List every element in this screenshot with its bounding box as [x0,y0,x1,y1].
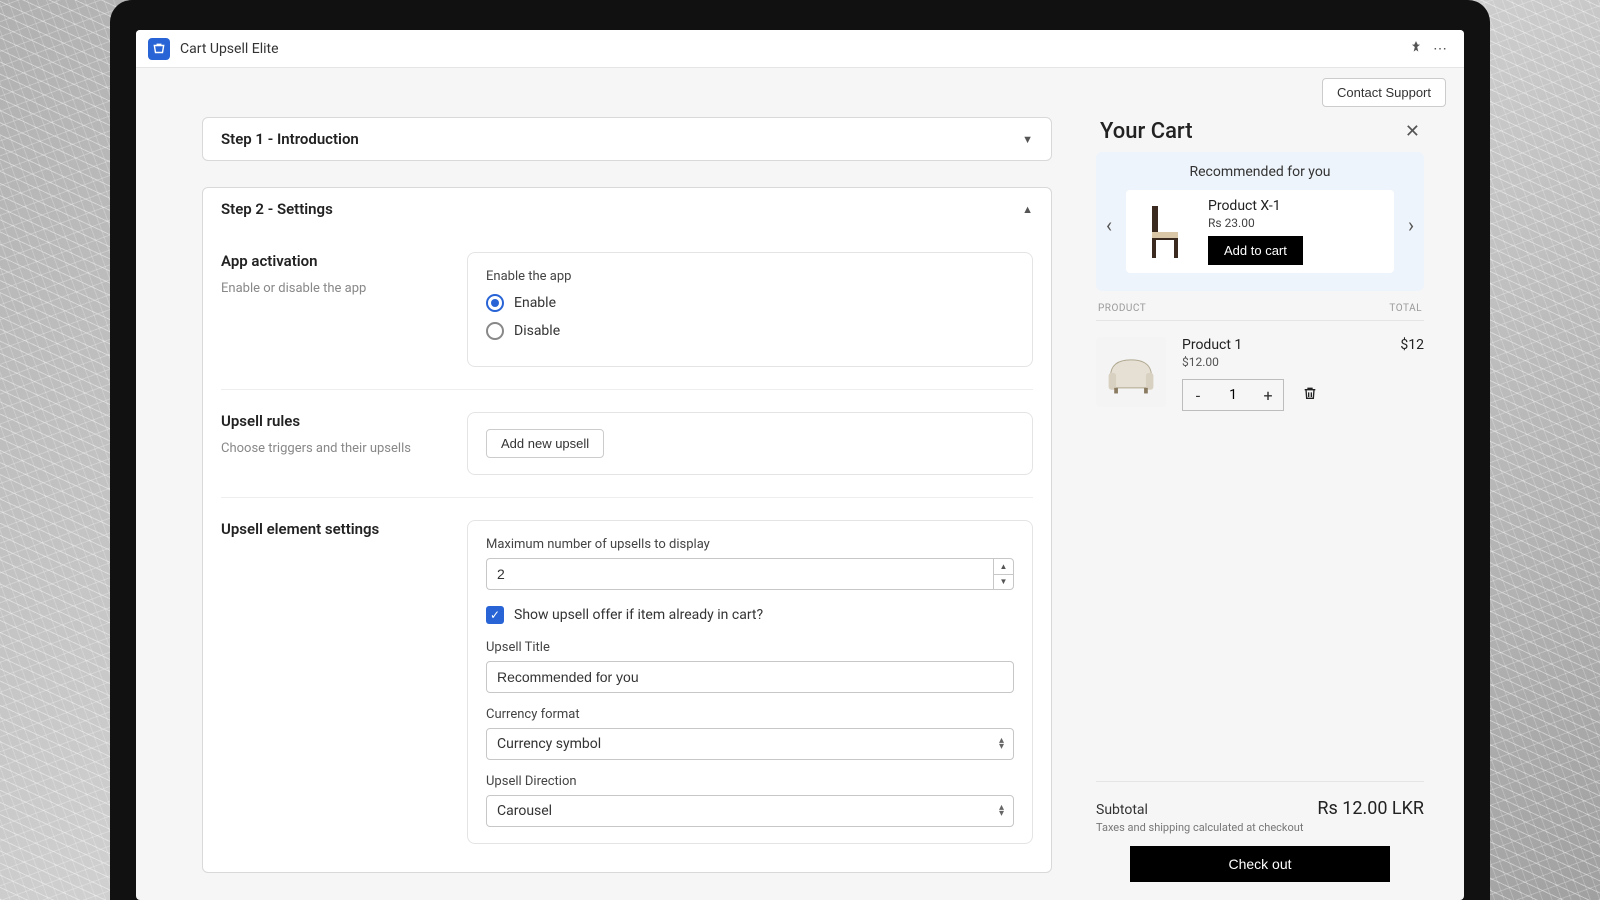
section-element-settings: Upsell element settings Maximum number o… [221,498,1033,866]
subtotal-amount: Rs 12.00 LKR [1317,798,1424,819]
section-activation: App activation Enable or disable the app… [221,230,1033,390]
col-product: PRODUCT [1098,303,1146,314]
carousel-prev-icon[interactable]: ‹ [1102,209,1116,241]
stepper-up-icon[interactable]: ▲ [994,559,1013,575]
activation-subtitle: Enable or disable the app [221,280,467,298]
add-to-cart-button[interactable]: Add to cart [1208,236,1303,265]
activation-title: App activation [221,252,467,270]
max-upsells-input[interactable] [486,558,993,590]
recommended-product-card: Product X-1 Rs 23.00 Add to cart [1126,190,1394,273]
app-header: Cart Upsell Elite ⋯ [136,30,1464,68]
product-thumb-icon [1138,204,1194,260]
enable-app-label: Enable the app [486,269,1014,284]
stepper-down-icon[interactable]: ▼ [994,575,1013,590]
tax-note: Taxes and shipping calculated at checkou… [1096,821,1424,834]
show-if-in-cart-checkbox[interactable]: ✓ [486,606,504,624]
rec-product-name: Product X-1 [1208,198,1382,214]
show-if-in-cart-label: Show upsell offer if item already in car… [514,607,763,623]
cart-title: Your Cart [1100,119,1193,144]
upsell-title-label: Upsell Title [486,640,1014,655]
rules-title: Upsell rules [221,412,467,430]
number-stepper[interactable]: ▲ ▼ [993,558,1014,590]
col-total: TOTAL [1389,303,1422,314]
quantity-stepper: - 1 + [1182,379,1284,411]
radio-enable[interactable] [486,294,504,312]
step1-accordion[interactable]: Step 1 - Introduction ▼ [202,117,1052,161]
qty-value: 1 [1213,387,1253,403]
app-title: Cart Upsell Elite [180,41,279,57]
close-icon[interactable]: ✕ [1405,121,1420,142]
chevron-up-icon: ▲ [1022,203,1033,216]
subtotal-label: Subtotal [1096,802,1148,818]
laptop-frame: Cart Upsell Elite ⋯ Contact Support Step… [110,0,1490,900]
carousel-next-icon[interactable]: › [1404,209,1418,241]
contact-support-button[interactable]: Contact Support [1322,78,1446,107]
upsell-direction-select[interactable]: Carousel [486,795,1014,827]
step1-title: Step 1 - Introduction [221,130,359,148]
qty-decrement-button[interactable]: - [1183,386,1213,405]
rec-product-price: Rs 23.00 [1208,216,1382,230]
top-toolbar: Contact Support [136,68,1464,117]
max-upsells-label: Maximum number of upsells to display [486,537,1014,552]
recommendation-carousel: Recommended for you ‹ › Product X-1 Rs 2… [1096,152,1424,291]
line-price: $12.00 [1182,355,1384,369]
app-screen: Cart Upsell Elite ⋯ Contact Support Step… [136,30,1464,900]
line-total: $12 [1400,337,1424,353]
currency-format-label: Currency format [486,707,1014,722]
more-icon[interactable]: ⋯ [1428,41,1452,57]
recommend-title: Recommended for you [1100,164,1420,180]
upsell-direction-label: Upsell Direction [486,774,1014,789]
checkout-button[interactable]: Check out [1130,846,1390,882]
line-thumb-icon [1096,337,1166,407]
step2-header[interactable]: Step 2 - Settings ▲ [203,188,1051,230]
pin-icon[interactable] [1404,40,1428,58]
currency-format-select[interactable]: Currency symbol [486,728,1014,760]
upsell-title-input[interactable] [486,661,1014,693]
app-logo-icon [148,38,170,60]
section-rules: Upsell rules Choose triggers and their u… [221,390,1033,498]
qty-increment-button[interactable]: + [1253,386,1283,405]
cart-line-item: Product 1 $12.00 - 1 + [1096,321,1424,427]
radio-enable-label: Enable [514,295,556,311]
cart-preview: Your Cart ✕ Recommended for you ‹ › Prod… [1096,117,1424,900]
rules-subtitle: Choose triggers and their upsells [221,440,467,458]
radio-disable[interactable] [486,322,504,340]
element-title: Upsell element settings [221,520,467,538]
trash-icon[interactable] [1302,384,1318,406]
chevron-down-icon: ▼ [1022,133,1033,146]
step2-title: Step 2 - Settings [221,200,333,218]
radio-disable-label: Disable [514,323,560,339]
step2-accordion: Step 2 - Settings ▲ App activation Enabl… [202,187,1052,873]
line-name: Product 1 [1182,337,1384,353]
add-new-upsell-button[interactable]: Add new upsell [486,429,604,458]
